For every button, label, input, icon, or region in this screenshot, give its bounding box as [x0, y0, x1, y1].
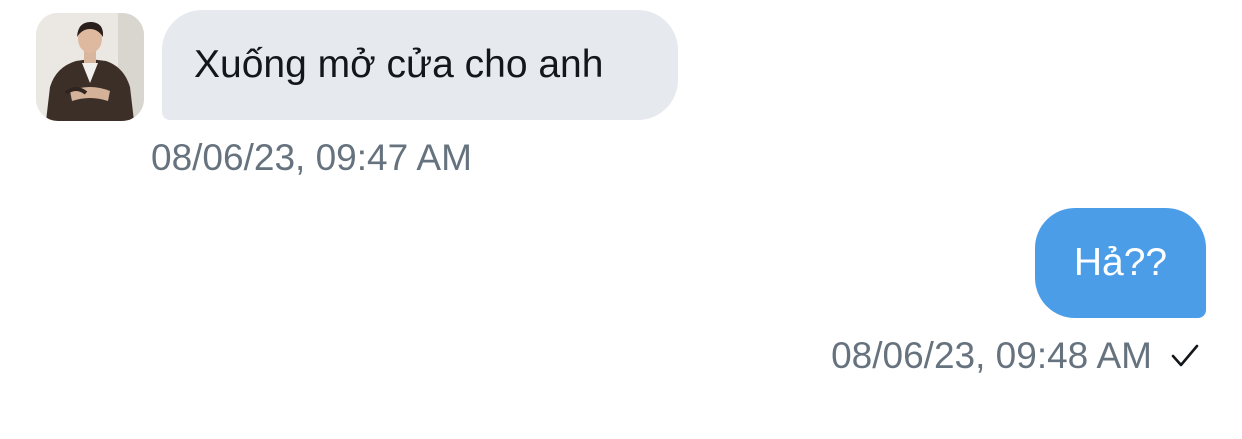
checkmark-icon	[1170, 343, 1200, 369]
outgoing-message-timestamp: 08/06/23, 09:48 AM	[831, 335, 1152, 376]
contact-avatar[interactable]	[36, 13, 144, 121]
outgoing-message-bubble[interactable]: Hả??	[1035, 208, 1206, 318]
outgoing-message-meta: 08/06/23, 09:48 AM	[831, 334, 1200, 378]
avatar-photo-icon	[36, 13, 144, 121]
incoming-message-timestamp: 08/06/23, 09:47 AM	[151, 137, 472, 178]
incoming-message-bubble[interactable]: Xuống mở cửa cho anh	[162, 10, 678, 120]
